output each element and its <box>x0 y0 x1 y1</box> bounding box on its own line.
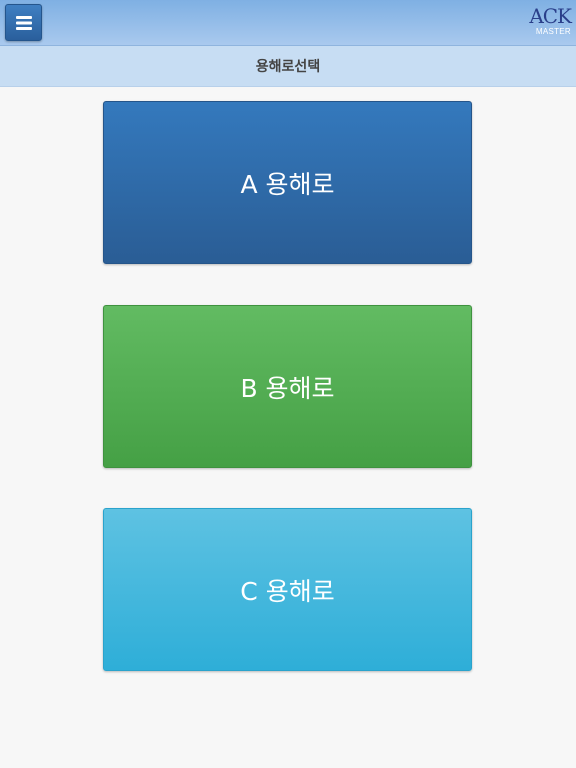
furnace-b-button[interactable]: B 용해로 <box>103 305 472 468</box>
furnace-a-button[interactable]: A 용해로 <box>103 101 472 264</box>
furnace-c-label: C 용해로 <box>240 576 335 606</box>
menu-button[interactable] <box>5 4 42 41</box>
app-logo: ACK MASTER <box>521 4 572 41</box>
hamburger-menu-icon <box>15 15 32 30</box>
top-bar: ACK MASTER <box>0 0 576 46</box>
page-title: 용해로선택 <box>255 59 321 75</box>
logo-text: ACK <box>529 4 572 28</box>
furnace-c-button[interactable]: C 용해로 <box>103 508 472 671</box>
page-header: 용해로선택 <box>0 46 576 87</box>
logo-subtext: MASTER <box>535 27 571 36</box>
furnace-a-label: A 용해로 <box>240 169 335 199</box>
furnace-b-label: B 용해로 <box>240 373 335 403</box>
